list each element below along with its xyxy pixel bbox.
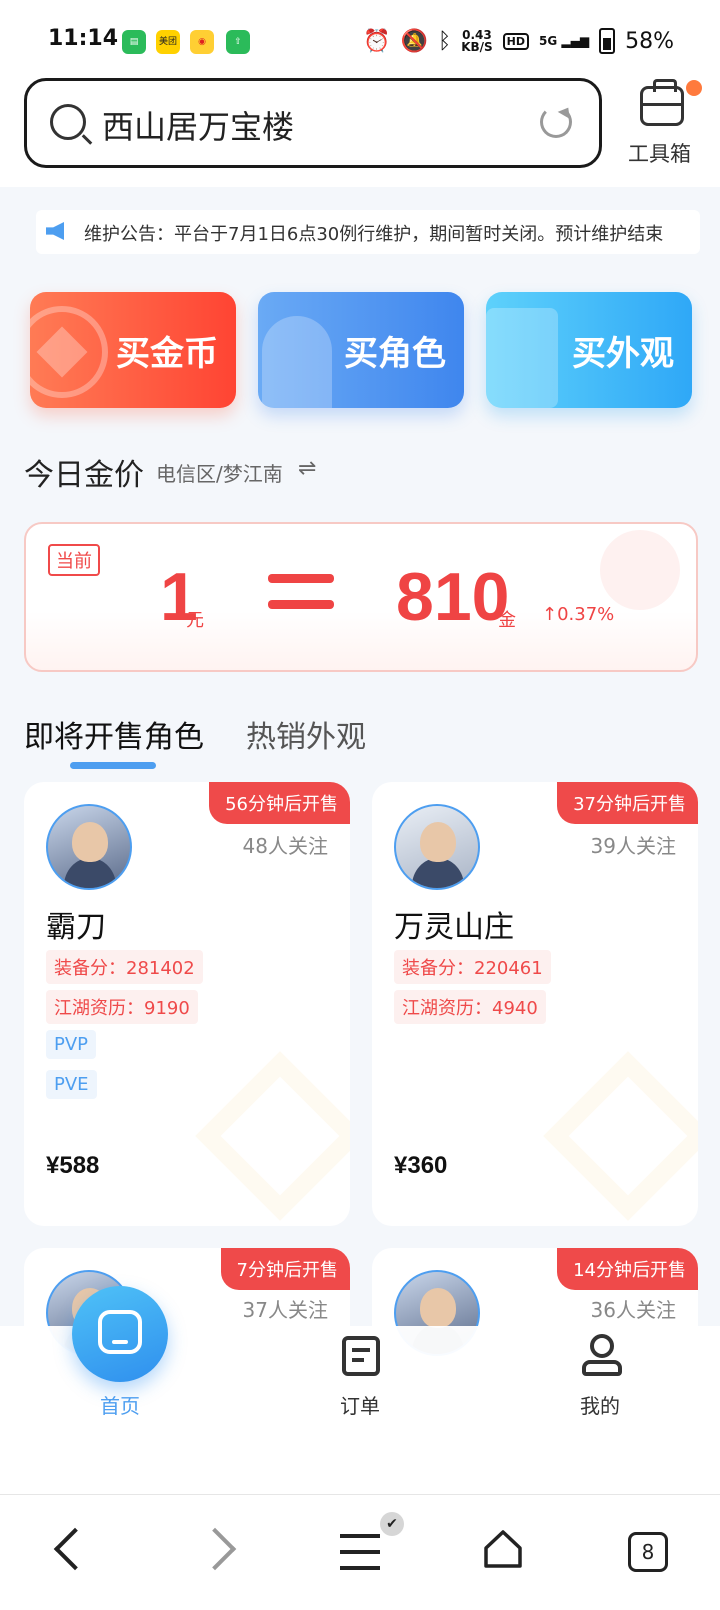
notification-dot: [686, 80, 702, 96]
watchers-count: 39人关注: [590, 834, 676, 858]
update-icon: ⇧: [226, 30, 250, 54]
gold-price-title: 今日金价: [24, 458, 144, 493]
nav-mine-label[interactable]: 我的: [580, 1390, 620, 1419]
weibo-icon: ◉: [190, 30, 214, 54]
avatar: [394, 804, 480, 890]
buy-skin-button[interactable]: 买外观: [486, 292, 692, 408]
server-region[interactable]: 电信区/梦江南: [156, 458, 283, 487]
profile-icon[interactable]: [590, 1334, 614, 1358]
experience-tag: 江湖资历：9190: [46, 990, 198, 1024]
equals-sign: [268, 574, 334, 583]
home-icon: [98, 1310, 142, 1354]
card-decoration: [543, 1051, 698, 1221]
price-change: ↑0.37%: [542, 604, 615, 625]
gold-price-card[interactable]: [24, 522, 698, 672]
pvp-tag: PVP: [46, 1030, 97, 1059]
bluetooth-icon: ᛒ: [437, 28, 452, 54]
role-icon: [262, 316, 332, 408]
search-icon: [50, 104, 86, 140]
meituan-icon: 美团: [156, 30, 180, 54]
battery-icon: [599, 28, 616, 54]
buy-gold-label: 买金币: [116, 334, 218, 374]
buy-role-button[interactable]: 买角色: [258, 292, 464, 408]
notice-text: 维护公告：平台于7月1日6点30例行维护，期间暂时关闭。预计维护结束: [84, 224, 664, 245]
browser-home-icon[interactable]: [482, 1528, 524, 1570]
battery-percent: 58%: [625, 28, 674, 54]
pve-tag: PVE: [46, 1070, 97, 1099]
signal-icon: 5G ▂▄▆: [539, 34, 590, 48]
search-input[interactable]: 西山居万宝楼: [102, 102, 294, 148]
hd-icon: HD: [502, 32, 530, 50]
nav-order-label[interactable]: 订单: [340, 1390, 380, 1419]
swap-icon[interactable]: ⇌: [298, 456, 316, 481]
menu-icon[interactable]: [340, 1534, 380, 1570]
role-card[interactable]: 37分钟后开售 39人关注 万灵山庄 装备分：220461 江湖资历：4940 …: [372, 782, 698, 1226]
toolbox-label[interactable]: 工具箱: [628, 138, 691, 168]
equip-score-tag: 装备分：220461: [394, 950, 551, 984]
avatar: [46, 804, 132, 890]
watchers-count: 37人关注: [242, 1298, 328, 1322]
role-price: ¥588: [46, 1152, 100, 1179]
profile-icon-body[interactable]: [582, 1360, 622, 1376]
tab-upcoming-roles[interactable]: 即将开售角色: [24, 712, 204, 756]
tab-hot-skins[interactable]: 热销外观: [246, 712, 366, 756]
equals-sign: [268, 600, 334, 609]
active-tab-indicator: [70, 762, 156, 769]
toolbox-icon[interactable]: [640, 79, 684, 126]
status-time: 11:14: [48, 26, 119, 51]
buy-skin-label: 买外观: [572, 334, 674, 374]
nav-home-label[interactable]: 首页: [100, 1390, 140, 1419]
card-decoration: [195, 1051, 350, 1221]
sale-countdown-tag: 7分钟后开售: [220, 1248, 350, 1290]
status-icons: ⏰ 🔕 ᛒ 0.43 KB/S HD 5G ▂▄▆ 58%: [363, 28, 674, 54]
yuan-unit: 元: [186, 610, 204, 631]
role-name: 万灵山庄: [394, 910, 514, 945]
role-name: 霸刀: [46, 910, 106, 945]
wardrobe-icon: [486, 308, 558, 408]
sale-countdown-tag: 37分钟后开售: [557, 782, 698, 824]
order-icon[interactable]: [342, 1336, 380, 1376]
role-card[interactable]: 56分钟后开售 48人关注 霸刀 装备分：281402 江湖资历：9190 PV…: [24, 782, 350, 1226]
sale-countdown-tag: 56分钟后开售: [209, 782, 350, 824]
alarm-icon: ⏰: [363, 28, 391, 54]
equip-score-tag: 装备分：281402: [46, 950, 203, 984]
coin-icon: [30, 306, 108, 398]
tab-count-button[interactable]: 8: [628, 1532, 668, 1572]
buy-role-label: 买角色: [344, 334, 446, 374]
gold-value: 810: [396, 559, 510, 635]
gold-unit: 金: [498, 610, 516, 631]
network-speed: 0.43 KB/S: [461, 28, 493, 54]
messages-icon: ▤: [122, 30, 146, 54]
watchers-count: 48人关注: [242, 834, 328, 858]
buy-gold-button[interactable]: 买金币: [30, 292, 236, 408]
refresh-icon[interactable]: [540, 106, 572, 138]
mute-icon: 🔕: [400, 28, 428, 54]
experience-tag: 江湖资历：4940: [394, 990, 546, 1024]
menu-check-badge: ✔: [380, 1512, 404, 1536]
role-price: ¥360: [394, 1152, 448, 1179]
watchers-count: 36人关注: [590, 1298, 676, 1322]
sale-countdown-tag: 14分钟后开售: [557, 1248, 698, 1290]
coin-decoration: [600, 530, 680, 610]
current-badge: 当前: [48, 544, 100, 576]
